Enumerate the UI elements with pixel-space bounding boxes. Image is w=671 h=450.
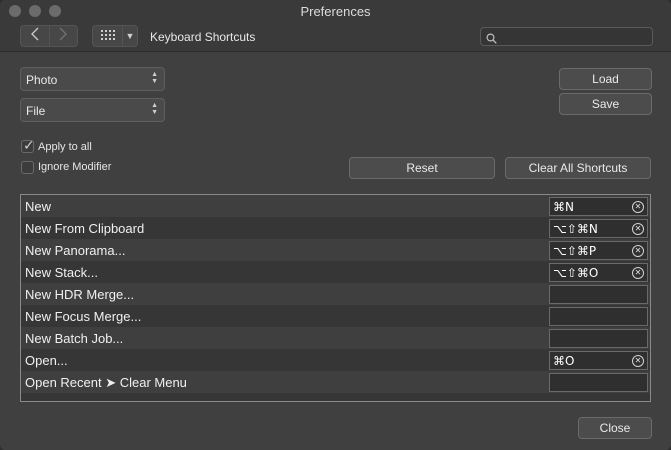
shortcut-label: New [25,199,52,214]
toolbar-title: Keyboard Shortcuts [150,30,256,44]
shortcut-label: New HDR Merge... [25,287,135,302]
close-button[interactable]: Close [578,417,652,439]
persona-select-value: Photo [26,73,58,87]
save-button[interactable]: Save [559,93,652,115]
shortcut-label: New Stack... [25,265,98,280]
shortcut-label: New Batch Job... [25,331,124,346]
shortcut-field[interactable] [549,285,648,304]
chevron-left-icon [30,27,40,46]
shortcut-value: ⌘N [553,200,574,214]
shortcut-field[interactable]: ⌘N ✕ [549,197,648,216]
shortcut-label: New Focus Merge... [25,309,142,324]
clear-shortcut-icon[interactable]: ✕ [632,245,644,257]
table-row[interactable]: New Batch Job... [21,327,650,349]
shortcut-label: New From Clipboard [25,221,145,236]
toolbar: ▼ Keyboard Shortcuts [0,22,671,52]
apply-to-all-checkbox[interactable]: ✓ [21,137,35,153]
shortcut-field[interactable]: ⌥⇧⌘N ✕ [549,219,648,238]
shortcut-label: New Panorama... [25,243,126,258]
updown-arrows-icon: ▲ ▼ [151,102,158,116]
shortcut-value: ⌘O [553,354,575,368]
ignore-modifier-label: Ignore Modifier [38,161,112,173]
table-row[interactable] [21,393,650,401]
clear-all-shortcuts-button[interactable]: Clear All Shortcuts [505,157,651,179]
back-button[interactable] [21,26,49,46]
shortcut-label: Open Recent ➤ Clear Menu [25,375,187,390]
clear-shortcut-icon[interactable]: ✕ [632,201,644,213]
clear-shortcut-icon[interactable]: ✕ [632,223,644,235]
window-title: Preferences [300,4,371,19]
clear-shortcut-icon[interactable]: ✕ [632,355,644,367]
table-row[interactable]: Open... ⌘O ✕ [21,349,650,371]
title-bar: Preferences [0,0,671,22]
shortcut-field[interactable]: ⌘O ✕ [549,351,648,370]
nav-group [20,25,78,47]
table-row[interactable]: New HDR Merge... [21,283,650,305]
view-dropdown-button[interactable]: ▼ [123,26,137,46]
preferences-window: Preferences ▼ Keyboard Shortcuts Photo ▲… [0,0,671,450]
updown-arrows-icon: ▲ ▼ [151,71,158,85]
triangle-down-icon: ▼ [125,31,135,41]
shortcut-field[interactable] [549,307,648,326]
table-row[interactable]: New From Clipboard ⌥⇧⌘N ✕ [21,217,650,239]
table-row[interactable]: New Focus Merge... [21,305,650,327]
checkmark-icon: ✓ [23,137,35,153]
shortcut-field[interactable] [549,373,648,392]
shortcut-field[interactable] [549,329,648,348]
shortcut-field[interactable]: ⌥⇧⌘O ✕ [549,263,648,282]
shortcuts-table: New ⌘N ✕ New From Clipboard ⌥⇧⌘N ✕ New P… [20,194,651,402]
shortcut-value: ⌥⇧⌘O [553,266,599,280]
ignore-modifier-checkbox[interactable] [21,161,34,174]
table-row[interactable]: New ⌘N ✕ [21,195,650,217]
category-select-value: File [26,104,46,118]
shortcut-value: ⌥⇧⌘N [553,222,598,236]
reset-button[interactable]: Reset [349,157,495,179]
shortcut-label: Open... [25,353,68,368]
load-button[interactable]: Load [559,68,652,90]
chevron-right-icon [58,27,68,46]
show-all-button[interactable] [93,26,123,46]
persona-select[interactable]: Photo ▲ ▼ [20,67,165,91]
table-row[interactable]: Open Recent ➤ Clear Menu [21,371,650,393]
search-input[interactable] [480,27,653,46]
view-selector: ▼ [92,25,138,47]
forward-button[interactable] [48,26,78,46]
table-row[interactable]: New Panorama... ⌥⇧⌘P ✕ [21,239,650,261]
category-select[interactable]: File ▲ ▼ [20,98,165,122]
clear-shortcut-icon[interactable]: ✕ [632,267,644,279]
search-icon [486,31,498,44]
shortcut-field[interactable]: ⌥⇧⌘P ✕ [549,241,648,260]
apply-to-all-label: Apply to all [38,141,92,153]
table-row[interactable]: New Stack... ⌥⇧⌘O ✕ [21,261,650,283]
shortcut-value: ⌥⇧⌘P [553,244,597,258]
grid-icon [100,27,115,45]
